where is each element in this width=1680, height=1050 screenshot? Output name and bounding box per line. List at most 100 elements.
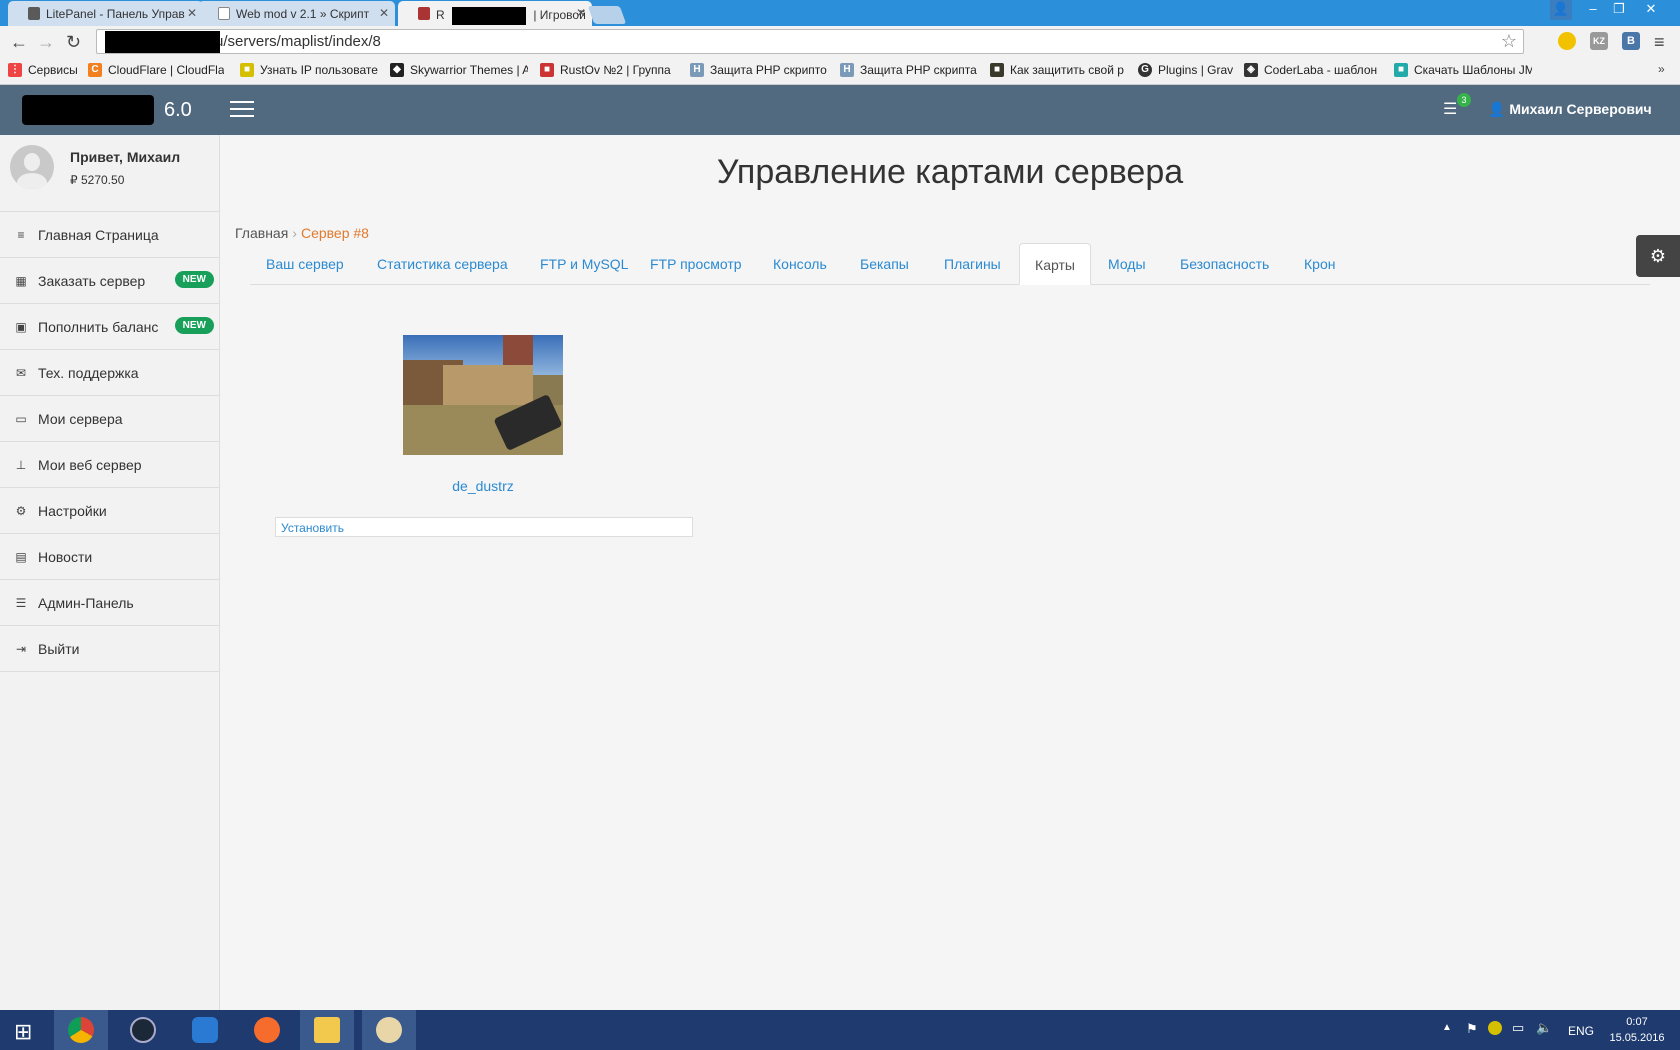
kz-extension-icon[interactable]: KZ [1590, 32, 1608, 50]
start-button[interactable]: ⊞ [0, 1010, 54, 1050]
bookmark-item[interactable]: ⋮ Сервисы [8, 62, 86, 80]
bookmark-item[interactable]: ■ Скачать Шаблоны JM [1394, 62, 1532, 80]
hamburger-menu-icon[interactable] [230, 101, 254, 119]
menu-icon[interactable]: ≡ [1654, 32, 1665, 53]
tab-console[interactable]: Консоль [773, 243, 827, 285]
address-bar[interactable]: u/servers/maplist/index/8 ☆ [96, 29, 1524, 54]
sidebar-item-web-server[interactable]: ⊥ Мои веб сервер [0, 442, 220, 488]
tab-ftp-mysql[interactable]: FTP и MySQL [540, 243, 628, 285]
new-tab-button[interactable] [587, 6, 627, 24]
tab-your-server[interactable]: Ваш сервер [266, 243, 344, 285]
notifications-icon[interactable]: ☰ 3 [1443, 93, 1471, 119]
sidebar-item-support[interactable]: ✉ Тех. поддержка [0, 350, 220, 396]
vk-extension-icon[interactable]: В [1622, 32, 1640, 50]
close-icon[interactable]: ✕ [576, 6, 586, 20]
bookmark-label: Skywarrior Themes | A [410, 63, 528, 77]
sidebar-item-label: Новости [38, 549, 93, 565]
map-thumbnail[interactable] [403, 335, 563, 455]
bookmark-label: Защита PHP скрипто [710, 63, 827, 77]
taskbar-chrome[interactable] [54, 1010, 108, 1050]
sidebar-item-settings[interactable]: ⚙ Настройки [0, 488, 220, 534]
brand-version: 6.0 [164, 99, 192, 121]
tray-expand-icon[interactable]: ▲ [1442, 1022, 1452, 1033]
tab-backups[interactable]: Бекапы [860, 243, 909, 285]
bookmark-item[interactable]: H Защита PHP скрипта [840, 62, 978, 80]
taskbar-origin[interactable] [240, 1010, 294, 1050]
network-icon[interactable]: ▭ [1512, 1020, 1524, 1036]
app-header: 6.0 ☰ 3 👤 Михаил Серверович [0, 85, 1680, 135]
restore-button[interactable]: ❐ [1606, 0, 1632, 20]
tab-cron[interactable]: Крон [1304, 243, 1335, 285]
sidebar-item-label: Мои веб сервер [38, 457, 142, 473]
tab-plugins[interactable]: Плагины [944, 243, 1001, 285]
gears-icon: ⚙ [15, 504, 27, 518]
flag-icon[interactable]: ⚑ [1466, 1021, 1478, 1037]
bookmark-label: Plugins | Grav [1158, 63, 1234, 77]
bookmark-star-icon[interactable]: ☆ [1501, 31, 1517, 52]
sidebar-item-label: Пополнить баланс [38, 319, 159, 335]
taskbar-paint[interactable] [362, 1010, 416, 1050]
steam-icon [130, 1017, 156, 1043]
bookmark-item[interactable]: C CloudFlare | CloudFla [88, 62, 224, 80]
tab-statistics[interactable]: Статистика сервера [377, 243, 508, 285]
bookmark-item[interactable]: G Plugins | Grav [1138, 62, 1238, 80]
forward-arrow-icon[interactable]: → [37, 32, 55, 53]
sidebar-item-topup[interactable]: ▣ Пополнить баланс NEW [0, 304, 220, 350]
new-badge: NEW [174, 317, 214, 334]
extension-icon[interactable] [1558, 32, 1576, 50]
window-close-button[interactable]: ✕ [1638, 0, 1664, 20]
close-icon[interactable]: ✕ [187, 6, 197, 20]
server-tabs: Ваш сервер Статистика сервера FTP и MySQ… [250, 243, 1650, 285]
sidebar-item-label: Мои сервера [38, 411, 123, 427]
volume-icon[interactable]: 🔈 [1536, 1020, 1552, 1036]
taskbar-steam[interactable] [116, 1010, 170, 1050]
tab-security[interactable]: Безопасность [1180, 243, 1269, 285]
profile-icon[interactable]: 👤 [1550, 0, 1572, 20]
sidebar-item-label: Главная Страница [38, 227, 159, 243]
sidebar-item-home[interactable]: ≡ Главная Страница [0, 212, 220, 258]
reload-icon[interactable]: ↻ [66, 32, 81, 53]
sidebar-item-logout[interactable]: ⇥ Выйти [0, 626, 220, 672]
browser-tab[interactable]: LitePanel - Панель Управ ✕ [8, 1, 203, 26]
close-icon[interactable]: ✕ [379, 6, 389, 20]
bookmark-item[interactable]: ◈ CoderLaba - шаблон [1244, 62, 1382, 80]
language-indicator[interactable]: ENG [1568, 1024, 1594, 1038]
sidebar-item-order-server[interactable]: ▦ Заказать сервер NEW [0, 258, 220, 304]
paint-icon [376, 1017, 402, 1043]
bookmark-item[interactable]: ■ RustOv №2 | Группа [540, 62, 678, 80]
user-name: Михаил Серверович [1509, 101, 1652, 117]
tab-ftp-browse[interactable]: FTP просмотр [650, 243, 742, 285]
page-title: Управление картами сервера [716, 153, 1184, 191]
tray-app-icon[interactable] [1488, 1021, 1502, 1035]
bookmark-item[interactable]: ■ Узнать IP пользовате [240, 62, 378, 80]
minimize-button[interactable]: – [1580, 0, 1606, 20]
breadcrumb-home[interactable]: Главная [235, 225, 288, 241]
folder-icon [314, 1017, 340, 1043]
redacted-block [105, 31, 220, 53]
map-name-link[interactable]: de_dustrz [403, 478, 563, 494]
bookmark-label: Как защитить свой р [1010, 63, 1124, 77]
clock-date: 15.05.2016 [1609, 1032, 1665, 1044]
bookmark-item[interactable]: H Защита PHP скрипто [690, 62, 830, 80]
user-menu[interactable]: 👤 Михаил Серверович [1488, 101, 1652, 118]
bookmark-label: Сервисы [28, 63, 78, 77]
taskbar-uplay[interactable] [178, 1010, 232, 1050]
bookmark-item[interactable]: ■ Как защитить свой р [990, 62, 1126, 80]
sidebar-item-news[interactable]: ▤ Новости [0, 534, 220, 580]
h-icon: H [690, 63, 704, 77]
install-button[interactable]: Установить [275, 517, 693, 537]
sign-out-icon: ⇥ [15, 642, 27, 656]
system-clock[interactable]: 0:07 15.05.2016 [1600, 1014, 1674, 1046]
tab-mods[interactable]: Моды [1108, 243, 1146, 285]
sidebar-item-my-servers[interactable]: ▭ Мои сервера [0, 396, 220, 442]
back-arrow-icon[interactable]: ← [10, 32, 28, 53]
settings-gear-icon[interactable]: ⚙ [1636, 235, 1680, 277]
sidebar-item-admin[interactable]: ☰ Админ-Панель [0, 580, 220, 626]
browser-tab[interactable]: Web mod v 2.1 » Скрипт ✕ [198, 1, 395, 26]
tab-maps[interactable]: Карты [1019, 243, 1091, 285]
browser-tab-active[interactable]: R | Игровой ✕ [398, 1, 592, 26]
bookmark-item[interactable]: ◆ Skywarrior Themes | A [390, 62, 528, 80]
taskbar-explorer[interactable] [300, 1010, 354, 1050]
bookmark-label: RustOv №2 | Группа [560, 63, 671, 77]
more-bookmarks-icon[interactable]: » [1658, 62, 1665, 76]
